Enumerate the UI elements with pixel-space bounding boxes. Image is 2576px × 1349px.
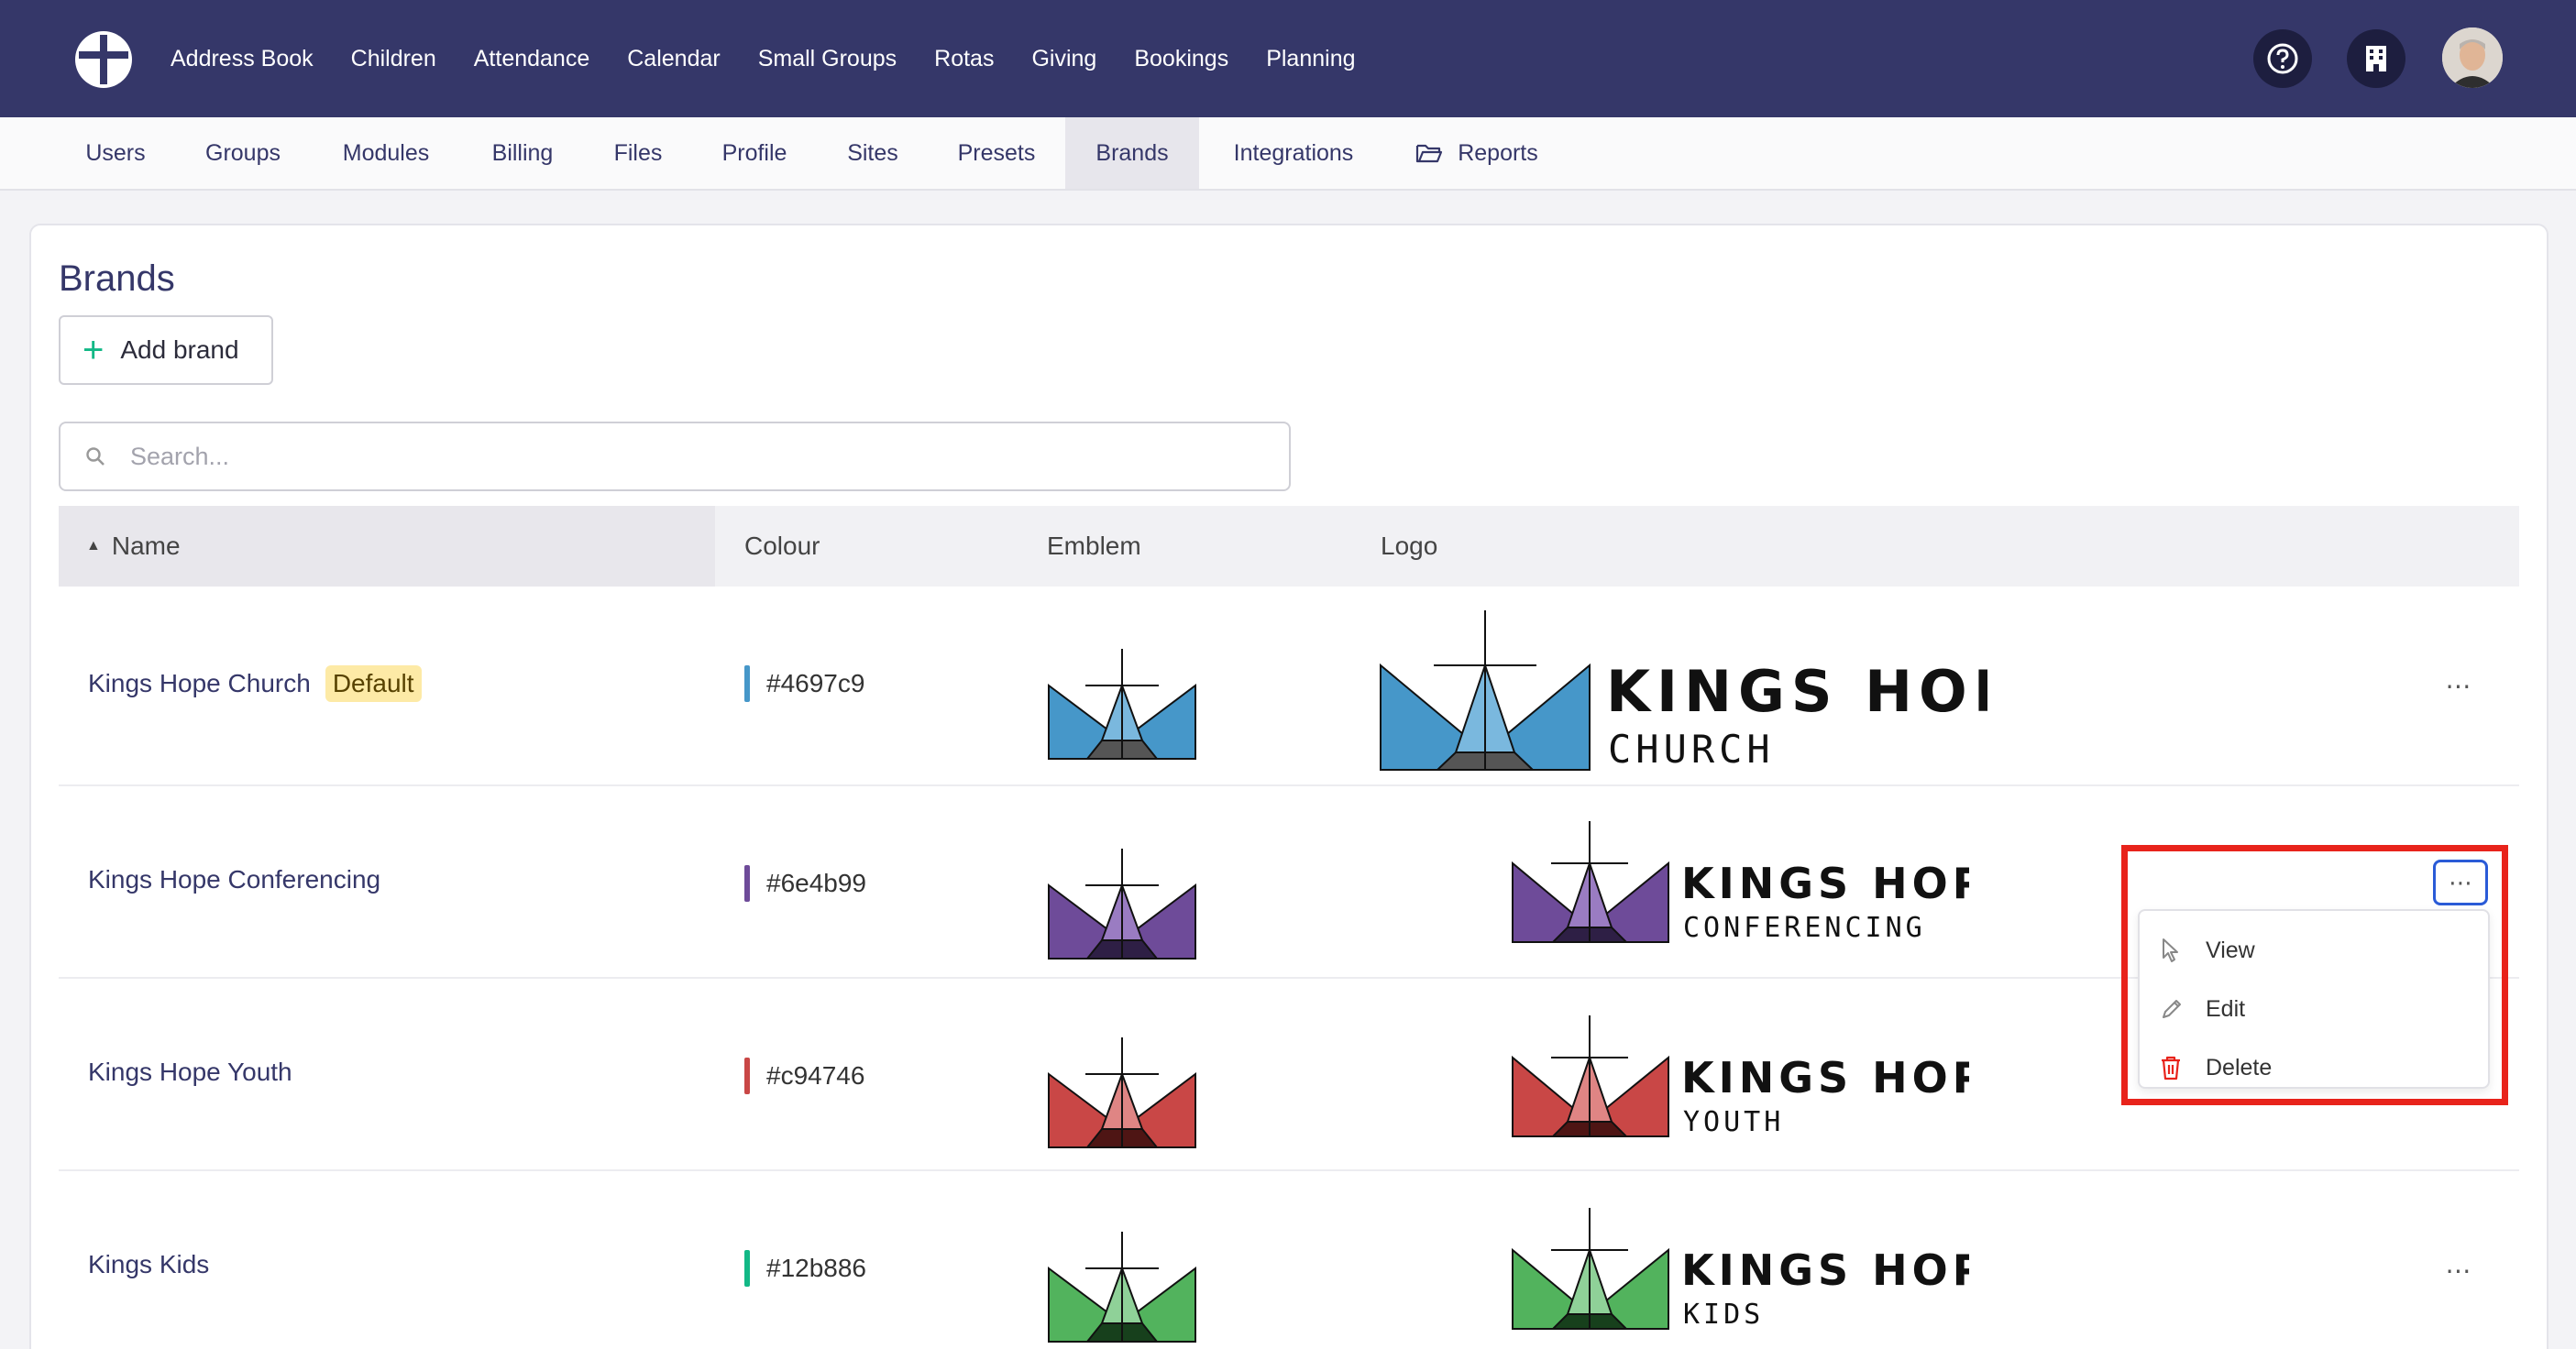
column-header-colour: Colour (744, 532, 820, 560)
row-actions-button-active[interactable]: ⋯ (2433, 860, 2488, 905)
brand-emblem-image (1048, 649, 1196, 760)
table-header: ▲ Name Colour Emblem Logo (59, 506, 2519, 587)
pencil-icon (2160, 996, 2185, 1022)
column-header-logo: Logo (1381, 532, 1438, 560)
nav-calendar[interactable]: Calendar (627, 46, 720, 72)
brand-logo-image: KINGS HOPE CONFERENCING (1512, 821, 1969, 944)
add-brand-button[interactable]: + Add brand (59, 315, 273, 385)
table-row: Kings Kids #12b886 KINGS HOPE KIDS ⋯ (59, 1171, 2519, 1349)
brand-name-cell[interactable]: Kings Hope Youth (88, 1058, 292, 1087)
nav-small-groups[interactable]: Small Groups (758, 46, 897, 72)
nav-bookings[interactable]: Bookings (1134, 46, 1228, 72)
brand-colour-value: #12b886 (766, 1254, 867, 1282)
brand-colour-value: #6e4b99 (766, 869, 867, 897)
colour-swatch (744, 1250, 750, 1287)
colour-swatch (744, 1058, 750, 1094)
brand-emblem-image (1048, 849, 1196, 960)
brand-name-link[interactable]: Kings Hope Church (88, 669, 311, 698)
tab-groups[interactable]: Groups (182, 117, 304, 189)
brand-name-link[interactable]: Kings Hope Conferencing (88, 865, 380, 894)
colour-swatch (744, 665, 750, 702)
church-logo-icon[interactable] (73, 29, 134, 90)
nav-giving[interactable]: Giving (1031, 46, 1096, 72)
logo-title-text: KINGS HOPE (1681, 1245, 1969, 1295)
logo-title-text: KINGS HOPE (1681, 859, 1969, 908)
menu-item-view-label: View (2206, 937, 2255, 963)
help-button[interactable] (2253, 29, 2312, 88)
column-header-name-label: Name (111, 532, 181, 560)
brand-name-cell[interactable]: Kings Hope Conferencing (88, 865, 380, 894)
brand-emblem-image (1048, 1037, 1196, 1148)
brand-name-link[interactable]: Kings Hope Youth (88, 1058, 292, 1087)
organisation-button[interactable] (2347, 29, 2405, 88)
menu-item-edit[interactable]: Edit (2160, 986, 2245, 1032)
search-input[interactable]: Search... (59, 422, 1291, 491)
nav-rotas[interactable]: Rotas (934, 46, 994, 72)
tab-sites[interactable]: Sites (829, 117, 917, 189)
logo-subtitle-text: CHURCH (1608, 727, 1775, 772)
user-avatar[interactable] (2442, 27, 2503, 88)
tab-reports-label: Reports (1458, 139, 1538, 166)
plus-icon: + (83, 330, 105, 370)
avatar-icon (2442, 27, 2503, 88)
logo-title-text: KINGS HOPE (1606, 658, 1987, 725)
search-icon (86, 447, 105, 466)
add-brand-label: Add brand (120, 335, 239, 364)
nav-planning[interactable]: Planning (1266, 46, 1355, 72)
folder-open-icon (1416, 144, 1443, 163)
brand-colour-value: #c94746 (766, 1061, 865, 1090)
logo-subtitle-text: KIDS (1683, 1299, 1764, 1331)
sort-ascending-icon: ▲ (86, 538, 101, 554)
brand-name-cell[interactable]: Kings Hope Church Default (88, 665, 422, 702)
colour-swatch (744, 865, 750, 902)
brand-colour-cell: #12b886 (744, 1250, 866, 1287)
logo-subtitle-text: CONFERENCING (1683, 912, 1926, 944)
default-badge: Default (325, 665, 422, 702)
search-placeholder: Search... (130, 442, 230, 470)
brand-logo-image: KINGS HOPE CHURCH (1380, 610, 1987, 772)
table-row: Kings Hope Church Default #4697c9 KINGS … (59, 587, 2519, 786)
tab-profile[interactable]: Profile (702, 117, 807, 189)
tab-files[interactable]: Files (596, 117, 680, 189)
menu-item-delete[interactable]: Delete (2160, 1045, 2272, 1091)
row-actions-button[interactable]: ⋯ (2433, 665, 2484, 706)
tab-brands[interactable]: Brands (1065, 117, 1199, 189)
tab-users[interactable]: Users (64, 117, 167, 189)
main-menu: Address Book Children Attendance Calenda… (171, 0, 1393, 117)
brand-logo-image: KINGS HOPE KIDS (1512, 1208, 1969, 1331)
menu-item-delete-label: Delete (2206, 1054, 2273, 1080)
row-actions-button[interactable]: ⋯ (2433, 1250, 2484, 1290)
menu-item-edit-label: Edit (2206, 995, 2246, 1022)
brand-colour-cell: #c94746 (744, 1058, 864, 1094)
column-header-name[interactable]: ▲ Name (59, 506, 715, 587)
nav-address-book[interactable]: Address Book (171, 46, 314, 72)
menu-item-view[interactable]: View (2160, 927, 2255, 973)
logo-title-text: KINGS HOPE (1681, 1053, 1969, 1102)
tab-reports[interactable]: Reports (1410, 117, 1544, 189)
tab-billing[interactable]: Billing (473, 117, 572, 189)
cursor-icon (2160, 938, 2185, 963)
brand-name-cell[interactable]: Kings Kids (88, 1250, 209, 1279)
brand-colour-value: #4697c9 (766, 669, 865, 697)
brand-logo-image: KINGS HOPE YOUTH (1512, 1015, 1969, 1138)
trash-icon (2160, 1055, 2185, 1080)
question-circle-icon (2267, 43, 2298, 74)
nav-attendance[interactable]: Attendance (474, 46, 590, 72)
top-navigation-bar: Address Book Children Attendance Calenda… (0, 0, 2576, 117)
tab-modules[interactable]: Modules (321, 117, 451, 189)
brand-colour-cell: #4697c9 (744, 665, 864, 702)
page-title: Brands (59, 258, 175, 299)
brand-name-link[interactable]: Kings Kids (88, 1250, 209, 1279)
logo-subtitle-text: YOUTH (1683, 1106, 1784, 1138)
tab-integrations[interactable]: Integrations (1219, 117, 1368, 189)
column-header-emblem: Emblem (1047, 532, 1141, 560)
settings-tab-bar: Users Groups Modules Billing Files Profi… (0, 117, 2576, 191)
brand-emblem-image (1048, 1232, 1196, 1343)
nav-children[interactable]: Children (351, 46, 436, 72)
row-actions-menu: View Edit Delete (2138, 909, 2490, 1089)
building-icon (2366, 46, 2386, 71)
tab-presets[interactable]: Presets (944, 117, 1049, 189)
brand-colour-cell: #6e4b99 (744, 865, 866, 902)
